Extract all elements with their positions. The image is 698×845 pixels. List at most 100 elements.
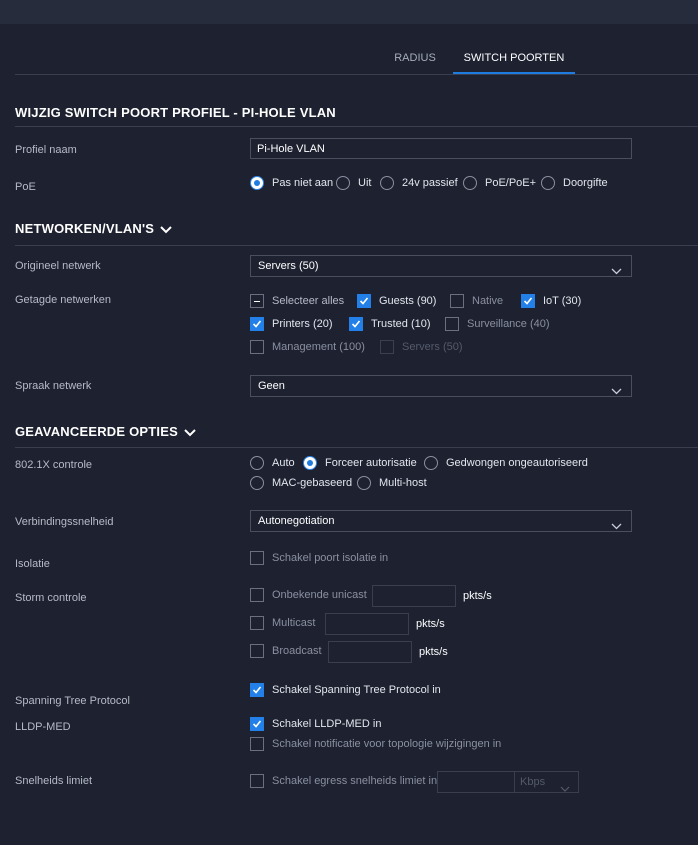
option-label: 24v passief <box>402 177 458 189</box>
unit-label: pkts/s <box>416 618 445 630</box>
dot1x-option-auto[interactable]: Auto <box>250 456 295 470</box>
option-label: Selecteer alles <box>272 295 345 307</box>
tagged-iot[interactable]: IoT (30) <box>521 294 581 308</box>
tagged-native[interactable]: Native <box>450 294 503 308</box>
radio[interactable] <box>250 476 264 490</box>
checkbox[interactable] <box>450 294 464 308</box>
chevron-down-icon <box>160 222 172 237</box>
checkbox[interactable] <box>445 317 459 331</box>
option-label: Uit <box>358 177 372 189</box>
checkbox[interactable] <box>250 616 264 630</box>
chevron-down-icon <box>611 262 622 282</box>
voice-network-label: Spraak netwerk <box>15 380 92 392</box>
radio-selected[interactable] <box>303 456 317 470</box>
checkbox[interactable] <box>250 644 264 658</box>
dot1x-option-mac[interactable]: MAC-gebaseerd <box>250 476 352 490</box>
rate-limit-checkbox[interactable]: Schakel egress snelheids limiet in <box>250 774 437 788</box>
divider <box>15 245 698 246</box>
top-bar <box>0 0 698 24</box>
poe-option-24v[interactable]: 24v passief <box>380 176 458 190</box>
tagged-surveillance[interactable]: Surveillance (40) <box>445 317 550 331</box>
voice-network-select[interactable]: Geen <box>250 375 632 397</box>
option-label: Pas niet aan <box>272 177 334 189</box>
checkbox-checked[interactable] <box>357 294 371 308</box>
checkbox-checked[interactable] <box>349 317 363 331</box>
tagged-select-all[interactable]: Selecteer alles <box>250 294 344 308</box>
checkbox[interactable] <box>250 340 264 354</box>
storm-multicast[interactable]: Multicast <box>250 616 315 630</box>
checkbox[interactable] <box>250 774 264 788</box>
profile-name-input[interactable] <box>250 138 632 159</box>
option-label: Schakel LLDP-MED in <box>272 718 382 730</box>
isolation-checkbox[interactable]: Schakel poort isolatie in <box>250 551 388 565</box>
option-label: MAC-gebaseerd <box>272 477 353 489</box>
storm-control-label: Storm controle <box>15 592 87 604</box>
link-speed-label: Verbindingssnelheid <box>15 516 114 528</box>
unit-label: pkts/s <box>463 590 492 602</box>
poe-option-poe[interactable]: PoE/PoE+ <box>463 176 536 190</box>
isolation-label: Isolatie <box>15 558 50 570</box>
radio[interactable] <box>541 176 555 190</box>
poe-option-pas-niet-aan[interactable]: Pas niet aan <box>250 176 333 190</box>
tagged-trusted[interactable]: Trusted (10) <box>349 317 431 331</box>
option-label: Auto <box>272 457 295 469</box>
option-label: Management (100) <box>272 341 365 353</box>
native-network-select[interactable]: Servers (50) <box>250 255 632 277</box>
option-label: Native <box>472 295 504 307</box>
checkbox-checked[interactable] <box>250 317 264 331</box>
checkbox[interactable] <box>250 551 264 565</box>
divider <box>15 74 698 75</box>
section-title-text: GEAVANCEERDE OPTIES <box>15 424 178 439</box>
chevron-down-icon <box>611 382 622 402</box>
lldp-checkbox[interactable]: Schakel LLDP-MED in <box>250 717 381 731</box>
rate-limit-input[interactable] <box>437 771 515 793</box>
radio[interactable] <box>250 456 264 470</box>
option-label: Gedwongen ongeautoriseerd <box>446 457 588 469</box>
profile-name-label: Profiel naam <box>15 144 77 156</box>
radio[interactable] <box>380 176 394 190</box>
select-value: Autonegotiation <box>258 515 335 527</box>
tagged-networks-label: Getagde netwerken <box>15 294 112 306</box>
tagged-printers[interactable]: Printers (20) <box>250 317 333 331</box>
tagged-guests[interactable]: Guests (90) <box>357 294 436 308</box>
option-label: PoE/PoE+ <box>485 177 537 189</box>
radio[interactable] <box>357 476 371 490</box>
rate-unit-select[interactable]: Kbps <box>514 771 579 793</box>
storm-unicast-input[interactable] <box>372 585 456 607</box>
unit-label: pkts/s <box>419 646 448 658</box>
dot1x-option-gedwongen[interactable]: Gedwongen ongeautoriseerd <box>424 456 588 470</box>
checkbox-checked[interactable] <box>250 717 264 731</box>
storm-broadcast-input[interactable] <box>328 641 412 663</box>
tagged-management[interactable]: Management (100) <box>250 340 365 354</box>
radio-selected[interactable] <box>250 176 264 190</box>
advanced-section-toggle[interactable]: GEAVANCEERDE OPTIES <box>15 424 196 440</box>
poe-option-uit[interactable]: Uit <box>336 176 371 190</box>
dot1x-option-multihost[interactable]: Multi-host <box>357 476 427 490</box>
lldp-notify-checkbox[interactable]: Schakel notificatie voor topologie wijzi… <box>250 737 501 751</box>
poe-option-doorgifte[interactable]: Doorgifte <box>541 176 608 190</box>
checkbox[interactable] <box>250 737 264 751</box>
option-label: Multicast <box>272 617 316 629</box>
option-label: Schakel egress snelheids limiet in <box>272 775 438 787</box>
option-label: Schakel Spanning Tree Protocol in <box>272 684 441 696</box>
radio[interactable] <box>336 176 350 190</box>
networks-section-toggle[interactable]: NETWORKEN/VLAN'S <box>15 221 172 237</box>
radio[interactable] <box>424 456 438 470</box>
storm-broadcast[interactable]: Broadcast <box>250 644 322 658</box>
option-label: Trusted (10) <box>371 318 431 330</box>
chevron-down-icon <box>184 425 196 440</box>
native-network-label: Origineel netwerk <box>15 260 101 272</box>
rate-limit-label: Snelheids limiet <box>15 775 93 787</box>
checkbox[interactable] <box>250 588 264 602</box>
storm-unicast[interactable]: Onbekende unicast <box>250 588 367 602</box>
checkbox-checked[interactable] <box>521 294 535 308</box>
dot1x-option-forceer[interactable]: Forceer autorisatie <box>303 456 417 470</box>
radio[interactable] <box>463 176 477 190</box>
stp-checkbox[interactable]: Schakel Spanning Tree Protocol in <box>250 683 441 697</box>
tab-radius[interactable]: RADIUS <box>380 44 450 72</box>
storm-multicast-input[interactable] <box>325 613 409 635</box>
tab-switch-poorten[interactable]: SWITCH POORTEN <box>453 44 575 74</box>
checkbox-partial[interactable] <box>250 294 264 308</box>
link-speed-select[interactable]: Autonegotiation <box>250 510 632 532</box>
checkbox-checked[interactable] <box>250 683 264 697</box>
